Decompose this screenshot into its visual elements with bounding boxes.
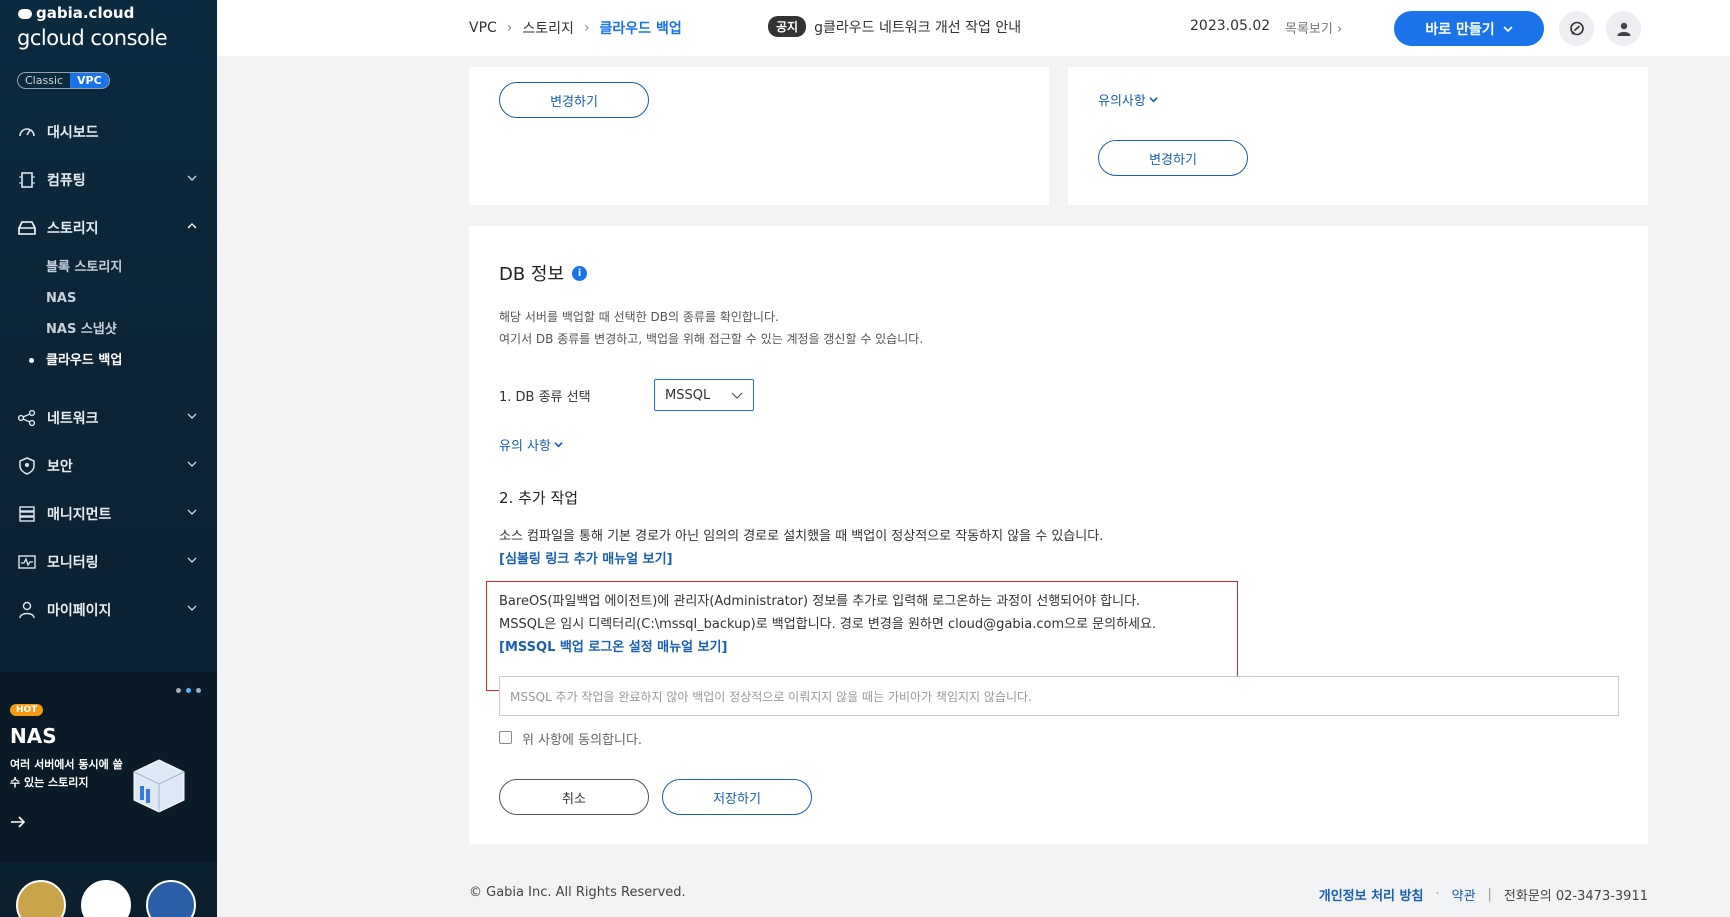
shield-icon: [17, 457, 37, 475]
notice[interactable]: 공지 g클라우드 네트워크 개선 작업 안내: [768, 16, 1021, 37]
additional-task-heading: 2. 추가 작업: [499, 489, 579, 507]
additional-task-text: 소스 컴파일을 통해 기본 경로가 아닌 임의의 경로로 설치했을 때 백업이 …: [499, 529, 1104, 544]
mode-classic[interactable]: Classic: [18, 73, 70, 88]
db-info-card: DB 정보 i 해당 서버를 백업할 때 선택한 DB의 종류를 확인합니다. …: [469, 226, 1648, 844]
caution-toggle[interactable]: 유의 사항: [499, 435, 563, 454]
mode-toggle[interactable]: Classic VPC: [17, 72, 110, 89]
terms-link[interactable]: 약관: [1452, 885, 1476, 904]
chevron-down-icon: [187, 413, 197, 419]
db-type-select[interactable]: MSSQL: [654, 379, 754, 411]
cert-badge: [16, 880, 66, 917]
card-top-left: 변경하기: [469, 67, 1049, 205]
profile-button[interactable]: [1606, 11, 1641, 46]
hot-badge: HOT: [10, 704, 44, 716]
chevron-down-icon: [187, 509, 197, 515]
chevron-down-icon: [1503, 25, 1513, 32]
sidebar: gabia.cloud gcloud console Classic VPC 대…: [0, 0, 217, 917]
footer-links: 개인정보 처리 방침 · 약관 | 전화문의 02-3473-3911: [1318, 885, 1648, 904]
promo-banner[interactable]: HOT NAS 여러 서버에서 동시에 쓸 수 있는 스토리지: [0, 672, 217, 862]
breadcrumb: VPC › 스토리지 › 클라우드 백업: [469, 18, 682, 38]
copyright: © Gabia Inc. All Rights Reserved.: [469, 885, 686, 900]
chevron-right-icon: ›: [506, 20, 513, 36]
promo-title: NAS: [10, 724, 57, 748]
chat-button[interactable]: [1559, 11, 1594, 46]
chevron-down-icon: [554, 442, 563, 448]
notice-tag: 공지: [768, 16, 807, 37]
chevron-down-icon: [1149, 97, 1158, 103]
promo-text: 여러 서버에서 동시에 쓸 수 있는 스토리지: [10, 758, 123, 789]
sidebar-sub-nas-snapshot[interactable]: NAS 스냅샷: [46, 314, 217, 345]
chevron-right-icon: ›: [583, 20, 590, 36]
warning-line-1: BareOS(파일백업 에이전트)에 관리자(Administrator) 정보…: [499, 594, 1141, 609]
sidebar-item-storage[interactable]: 스토리지: [0, 204, 217, 252]
sidebar-sub-block-storage[interactable]: 블록 스토리지: [46, 252, 217, 283]
mode-vpc[interactable]: VPC: [70, 73, 109, 88]
chevron-down-icon: [187, 461, 197, 467]
carousel-dots[interactable]: [176, 688, 201, 693]
storage-icon: [17, 219, 37, 237]
mssql-logon-manual-link[interactable]: [MSSQL 백업 로그온 설정 매뉴얼 보기]: [499, 636, 727, 655]
sidebar-item-management[interactable]: 매니지먼트: [0, 490, 217, 538]
monitoring-icon: [17, 553, 37, 571]
agree-notice-field[interactable]: MSSQL 추가 작업을 완료하지 않아 백업이 정상적으로 이뤄지지 않을 때…: [499, 676, 1619, 716]
user-icon: [17, 601, 37, 619]
sidebar-item-dashboard[interactable]: 대시보드: [0, 108, 217, 156]
breadcrumb-storage[interactable]: 스토리지: [522, 18, 574, 38]
management-icon: [17, 505, 37, 523]
sidebar-sub-nas[interactable]: NAS: [46, 283, 217, 314]
breadcrumb-current: 클라우드 백업: [599, 21, 682, 37]
breadcrumb-vpc[interactable]: VPC: [469, 20, 497, 36]
cpu-icon: [17, 171, 37, 189]
brand-logo[interactable]: gabia.cloud: [18, 4, 134, 22]
cancel-button[interactable]: 취소: [499, 779, 649, 815]
db-info-description: 해당 서버를 백업할 때 선택한 DB의 종류를 확인합니다. 여기서 DB 종…: [499, 310, 924, 346]
user-icon: [1617, 22, 1630, 36]
privacy-policy-link[interactable]: 개인정보 처리 방침: [1319, 885, 1424, 904]
notice-text[interactable]: g클라우드 네트워크 개선 작업 안내: [814, 17, 1021, 37]
storage-submenu: 블록 스토리지 NAS NAS 스냅샷 클라우드 백업: [0, 252, 217, 376]
cloud-icon: [18, 8, 32, 19]
db-type-label: 1. DB 종류 선택: [499, 390, 591, 405]
cert-badge: [81, 880, 131, 917]
phone-contact: 전화문의 02-3473-3911: [1503, 889, 1648, 904]
chevron-down-icon: [187, 175, 197, 181]
sidebar-item-mypage[interactable]: 마이페이지: [0, 586, 217, 634]
chevron-right-icon: ›: [1336, 22, 1343, 37]
change-button[interactable]: 변경하기: [1098, 140, 1248, 176]
db-info-title: DB 정보 i: [499, 260, 588, 286]
sidebar-item-network[interactable]: 네트워크: [0, 394, 217, 442]
chevron-down-icon: [731, 392, 743, 399]
sidebar-item-security[interactable]: 보안: [0, 442, 217, 490]
card-top-right: 유의사항 변경하기: [1068, 67, 1648, 205]
quick-create-button[interactable]: 바로 만들기: [1394, 11, 1544, 46]
sidebar-item-computing[interactable]: 컴퓨팅: [0, 156, 217, 204]
symlink-manual-link[interactable]: [심볼링 링크 추가 매뉴얼 보기]: [499, 548, 673, 567]
network-icon: [17, 409, 37, 427]
chat-icon: [1569, 21, 1584, 35]
sidebar-sub-cloud-backup[interactable]: 클라우드 백업: [29, 345, 217, 376]
nas-box-icon: [133, 759, 185, 813]
cert-badge: [146, 880, 196, 917]
top-bar: VPC › 스토리지 › 클라우드 백업 공지 g클라우드 네트워크 개선 작업…: [217, 0, 1730, 56]
arrow-right-icon[interactable]: [10, 814, 26, 830]
console-title: gcloud console: [17, 26, 168, 50]
agree-label[interactable]: 위 사항에 동의합니다.: [522, 729, 642, 748]
chevron-up-icon: [187, 223, 197, 229]
caution-toggle[interactable]: 유의사항: [1098, 90, 1158, 109]
info-icon[interactable]: i: [572, 265, 588, 281]
sidebar-item-monitoring[interactable]: 모니터링: [0, 538, 217, 586]
dashboard-icon: [17, 123, 37, 141]
certification-badges: [16, 880, 196, 917]
side-nav: 대시보드 컴퓨팅 스토리지 블록 스토리지 NAS NAS 스냅샷 클라우드 백…: [0, 108, 217, 634]
save-button[interactable]: 저장하기: [662, 779, 812, 815]
chevron-down-icon: [187, 605, 197, 611]
warning-line-2: MSSQL은 임시 디렉터리(C:\mssql_backup)로 백업합니다. …: [499, 617, 1157, 632]
change-button[interactable]: 변경하기: [499, 82, 649, 118]
chevron-down-icon: [187, 557, 197, 563]
agree-checkbox[interactable]: [499, 731, 512, 744]
notice-date: 2023.05.02: [1190, 18, 1271, 34]
notice-list-link[interactable]: 목록보기 ›: [1285, 18, 1342, 37]
